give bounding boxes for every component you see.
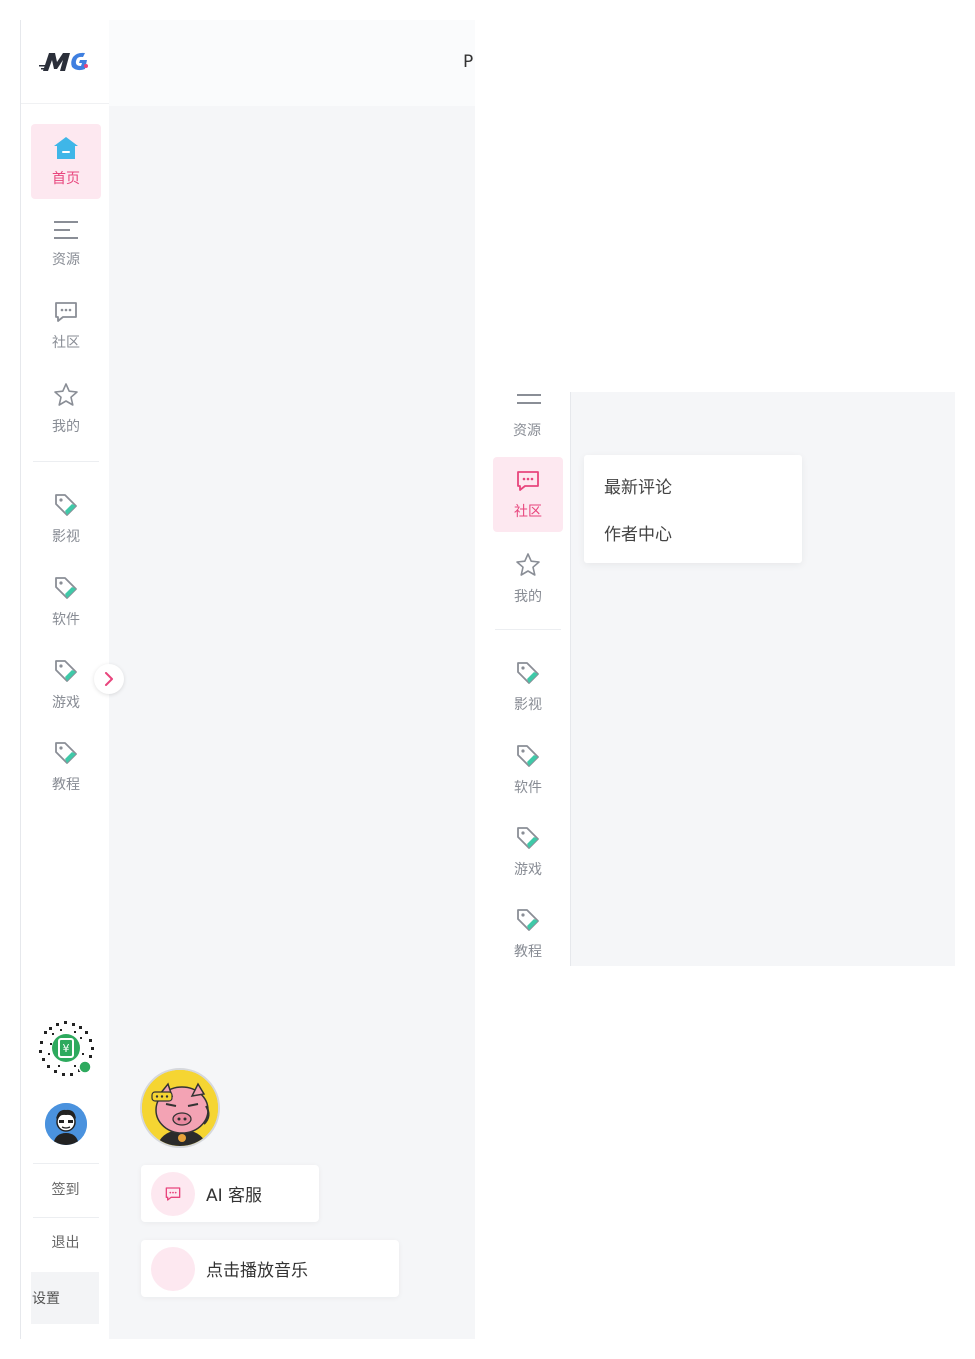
qr-code[interactable]: ¥ [34, 1017, 98, 1079]
ai-service-icon-wrap [151, 1171, 195, 1216]
logo[interactable] [21, 20, 110, 104]
header-partial-text: P [463, 52, 474, 72]
play-music-button[interactable]: 点击播放音乐 [141, 1240, 399, 1297]
tag-icon [55, 493, 77, 516]
tag-icon [517, 826, 539, 849]
menu-lines-icon [517, 394, 541, 404]
star-icon [54, 382, 78, 406]
tag-icon [55, 659, 77, 682]
sidebar-item-label: 游戏 [52, 694, 80, 711]
qr-code-icon: ¥ [37, 1019, 95, 1077]
top-bar [109, 20, 475, 106]
sidebar-item-label: 软件 [52, 611, 80, 628]
sidebar-item-software[interactable]: 软件 [31, 564, 101, 639]
chat-bubble-icon [55, 301, 77, 322]
settings-button[interactable]: 设置 [31, 1272, 99, 1324]
sidebar-item-label: 首页 [52, 170, 80, 187]
ai-service-label: AI 客服 [206, 1186, 263, 1206]
sidebar-item-mine[interactable]: 我的 [31, 371, 101, 446]
sidebar-item-games[interactable]: 游戏 [493, 814, 563, 889]
sidebar-divider [495, 629, 561, 630]
play-music-label: 点击播放音乐 [206, 1261, 308, 1281]
checkin-link[interactable]: 签到 [21, 1179, 110, 1199]
sidebar-item-label: 教程 [514, 943, 542, 960]
chat-bubble-icon [517, 470, 539, 491]
ai-service-button[interactable]: AI 客服 [141, 1165, 319, 1222]
music-icon-wrap [151, 1246, 195, 1291]
home-icon [54, 136, 78, 159]
sidebar-item-label: 影视 [514, 696, 542, 713]
chat-bubble-icon [165, 1186, 181, 1201]
mg-logo-icon [38, 52, 88, 71]
sidebar-item-label: 社区 [52, 334, 80, 351]
menu-item-latest-comments[interactable]: 最新评论 [604, 473, 672, 498]
right-sidebar: 资源 社区 我的 影视 软件 游戏 教程 [493, 392, 571, 966]
user-avatar-icon [45, 1103, 87, 1145]
sidebar-item-games[interactable]: 游戏 [31, 647, 101, 722]
star-icon [516, 552, 540, 576]
sidebar-item-community[interactable]: 社区 [31, 288, 101, 363]
sidebar-toggle-button[interactable] [94, 664, 124, 694]
sidebar-item-home[interactable]: 首页 [31, 124, 101, 199]
sidebar-item-label: 教程 [52, 776, 80, 793]
sidebar-item-movies[interactable]: 影视 [493, 649, 563, 724]
sidebar-item-label: 社区 [514, 503, 542, 520]
sidebar-item-community[interactable]: 社区 [493, 457, 563, 532]
logout-link[interactable]: 退出 [21, 1232, 110, 1252]
ai-mascot-avatar[interactable] [140, 1068, 220, 1148]
sidebar-item-label: 影视 [52, 528, 80, 545]
tag-icon [55, 741, 77, 764]
sidebar-divider [33, 1217, 99, 1218]
svg-text:¥: ¥ [63, 1042, 70, 1055]
sidebar-item-tutorials[interactable]: 教程 [31, 729, 101, 804]
settings-label: 设置 [32, 1291, 60, 1307]
community-dropdown-menu: 最新评论 作者中心 [584, 455, 802, 563]
sidebar-item-mine[interactable]: 我的 [493, 541, 563, 616]
tag-icon [517, 661, 539, 684]
sidebar-item-label: 资源 [513, 423, 541, 439]
tag-icon [517, 908, 539, 931]
chevron-right-icon [105, 672, 113, 686]
tag-icon [55, 576, 77, 599]
sidebar-divider [33, 461, 99, 462]
sidebar-item-software[interactable]: 软件 [493, 732, 563, 807]
sidebar-item-label: 资源 [52, 251, 80, 268]
sidebar-divider [33, 1163, 99, 1164]
tag-icon [517, 744, 539, 767]
sidebar-item-tutorials[interactable]: 教程 [493, 896, 563, 971]
sidebar-item-movies[interactable]: 影视 [31, 481, 101, 556]
avatar[interactable] [45, 1103, 87, 1145]
sidebar-item-label: 软件 [514, 779, 542, 796]
menu-lines-icon [54, 220, 78, 239]
sidebar-item-label: 我的 [514, 588, 542, 605]
sidebar-item-label: 我的 [52, 418, 80, 435]
menu-item-author-center[interactable]: 作者中心 [604, 520, 672, 545]
sidebar-item-resources[interactable]: 资源 [31, 206, 101, 281]
sidebar-item-label: 游戏 [514, 861, 542, 878]
